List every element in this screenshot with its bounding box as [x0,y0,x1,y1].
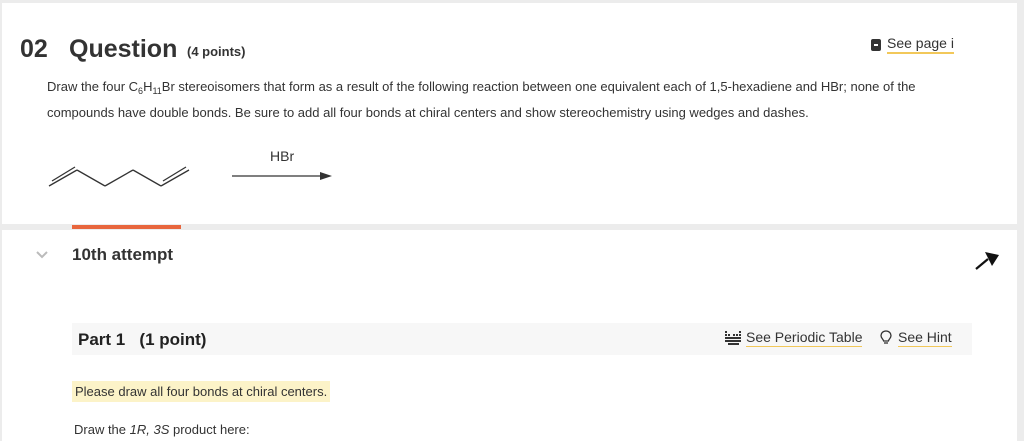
question-text: Draw the four C6H11Br stereoisomers that… [47,79,916,120]
question-heading: Question [69,35,178,63]
periodic-table-link[interactable]: See Periodic Table [725,329,863,347]
see-page-label: See page i [887,35,954,54]
pin-icon[interactable] [973,246,1003,272]
draw-prompt: Draw the 1R, 3S product here: [74,422,250,437]
periodic-table-icon [725,331,741,345]
hexadiene-structure [48,166,190,187]
hint-label: See Hint [898,329,952,347]
hint-link[interactable]: See Hint [880,329,952,347]
question-points: (4 points) [187,44,246,59]
part-title: Part 1 (1 point) [78,330,207,349]
instruction-note: Please draw all four bonds at chiral cen… [72,381,331,402]
see-page-link[interactable]: See page i [871,35,954,54]
page-icon [871,38,881,51]
attempt-label: 10th attempt [72,245,174,264]
reaction-arrow [232,172,332,180]
attempt-tab-indicator [72,225,181,229]
question-number: 02 [20,35,48,63]
chevron-down-icon[interactable] [35,250,49,260]
lightbulb-icon [880,330,892,344]
periodic-table-label: See Periodic Table [746,329,863,347]
